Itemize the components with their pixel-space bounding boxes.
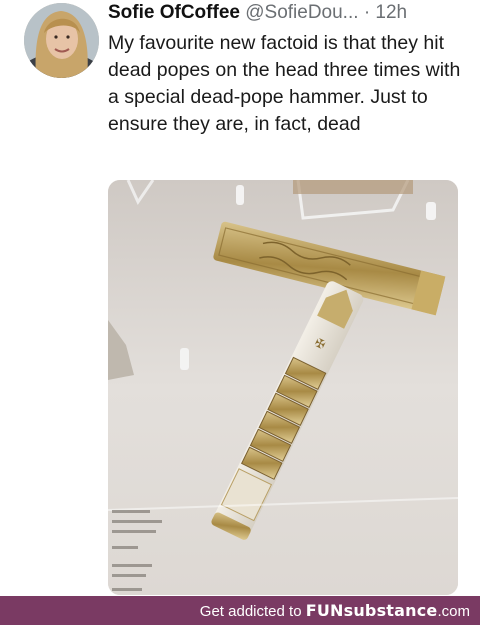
avatar-photo-icon (24, 3, 99, 78)
tweet-card: Sofie OfCoffee @SofieDou... · 12h My fav… (0, 0, 480, 596)
footer-tagline[interactable]: Get addicted to FUNsubstance.com (200, 601, 470, 621)
tweet-photo[interactable]: ✠ (108, 180, 458, 595)
author-name[interactable]: Sofie OfCoffee (108, 2, 240, 23)
hammer-photo-icon: ✠ (108, 180, 458, 595)
tagline-prefix: Get addicted to (199, 603, 302, 620)
brand-suffix: .com (437, 603, 470, 620)
tweet-text: My favourite new factoid is that they hi… (108, 32, 461, 135)
author-avatar[interactable] (24, 3, 99, 78)
brand-name: FUNsubstance (305, 601, 438, 620)
header-separator: · (363, 2, 371, 23)
tweet-header: Sofie OfCoffee @SofieDou... · 12h (108, 2, 473, 24)
author-handle[interactable]: @SofieDou... (245, 2, 358, 23)
site-footer-banner: Get addicted to FUNsubstance.com (0, 596, 480, 625)
tweet-timestamp[interactable]: 12h (375, 2, 407, 23)
